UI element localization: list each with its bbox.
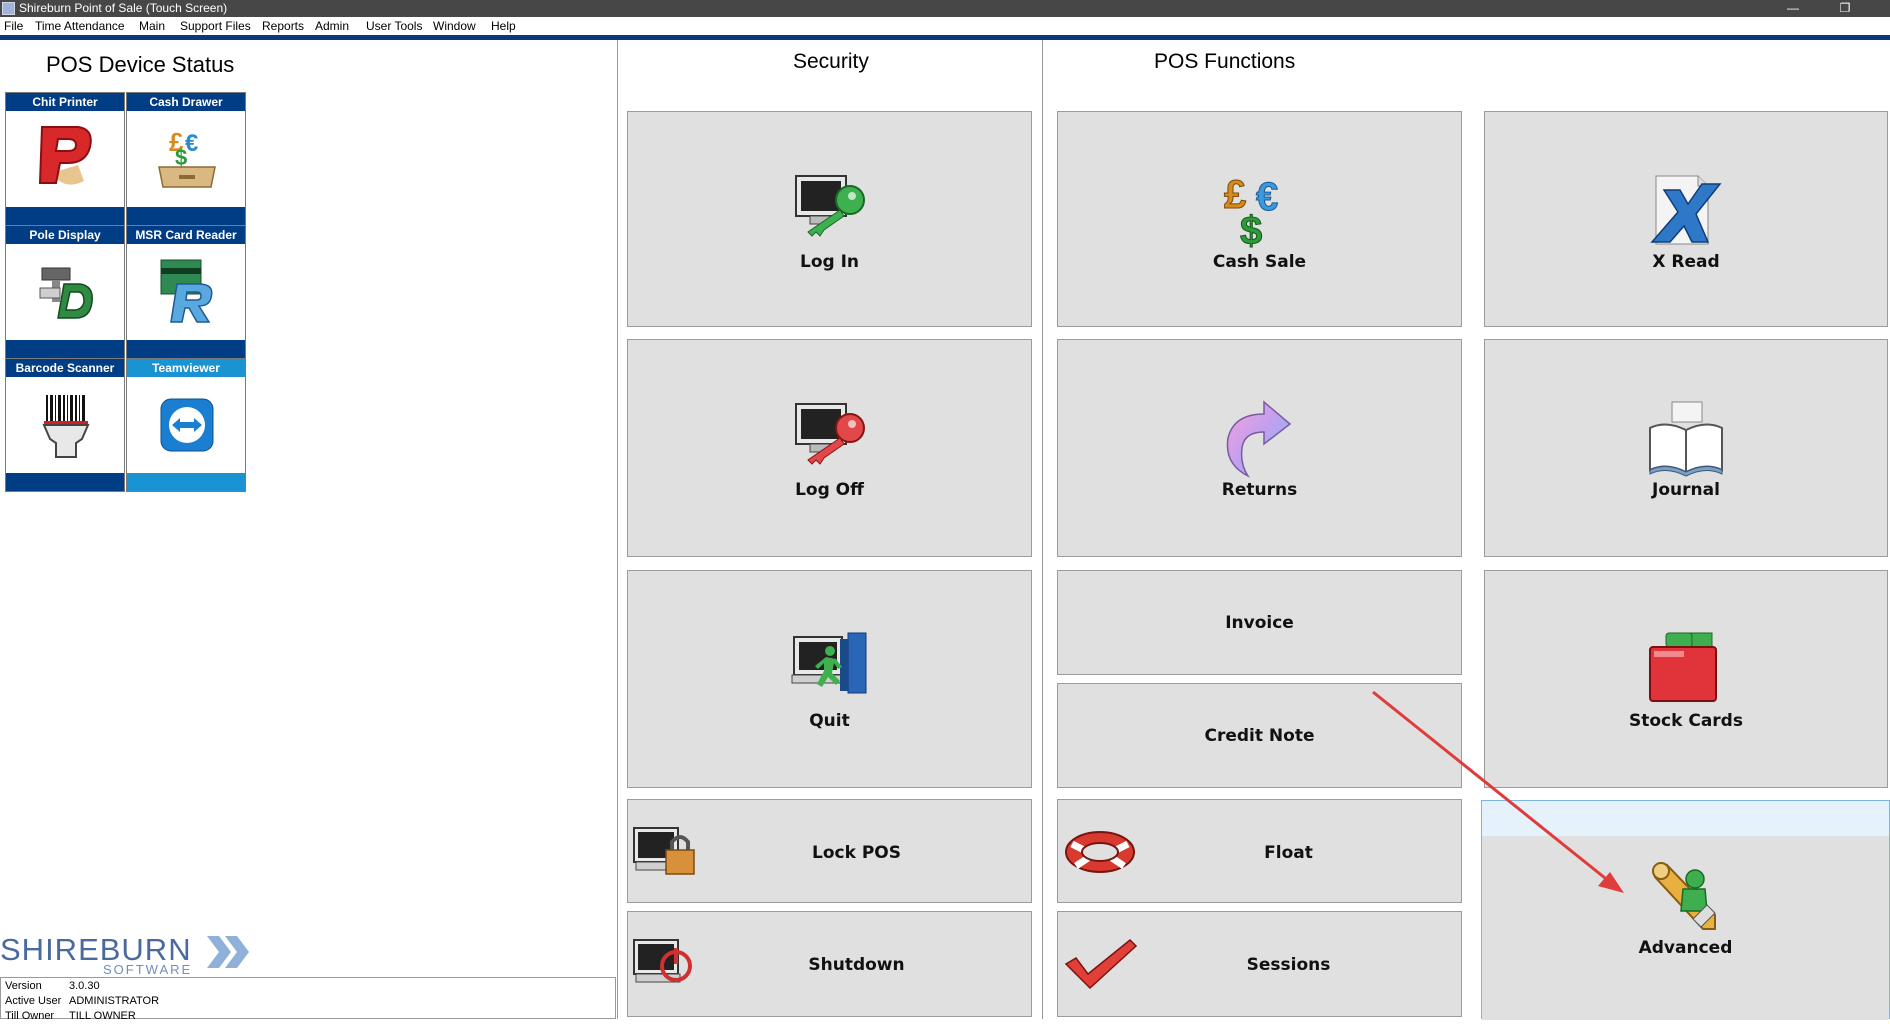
stock-cards-icon [1649, 632, 1717, 702]
svg-text:$: $ [1240, 209, 1262, 250]
button-label: Invoice [1225, 613, 1294, 633]
button-label: Log In [799, 252, 860, 272]
button-label: Shutdown [808, 955, 905, 975]
button-label: Quit [809, 711, 850, 731]
advanced-button[interactable]: Advanced [1481, 800, 1890, 1020]
tile-teamviewer[interactable]: Teamviewer [126, 358, 246, 492]
menu-bar: File Time Attendance Main Support Files … [0, 17, 1890, 35]
quit-button[interactable]: Quit [627, 570, 1032, 788]
cash-sale-button[interactable]: £ € $ Cash Sale [1057, 111, 1462, 327]
menu-reports[interactable]: Reports [262, 17, 304, 35]
tile-label: Chit Printer [6, 93, 124, 111]
button-label: Advanced [1638, 938, 1733, 958]
advanced-tools-icon [1652, 862, 1716, 930]
log-off-icon [794, 403, 865, 465]
button-label: Cash Sale [1212, 252, 1307, 272]
tile-label: Teamviewer [127, 359, 245, 377]
button-label: Sessions [1246, 955, 1331, 975]
x-read-button[interactable]: X Read [1484, 111, 1888, 327]
tile-status-bar [127, 207, 245, 225]
menu-file[interactable]: File [4, 17, 23, 35]
menu-support-files[interactable]: Support Files [180, 17, 251, 35]
button-label: Credit Note [1204, 726, 1315, 746]
tile-status-bar [6, 340, 124, 358]
title-bar: Shireburn Point of Sale (Touch Screen) —… [0, 0, 1890, 17]
restore-button[interactable]: ❐ [1830, 0, 1860, 17]
tile-cash-drawer[interactable]: Cash Drawer £ € $ [126, 92, 246, 226]
button-label: Log Off [795, 480, 864, 500]
button-label: Journal [1652, 480, 1720, 500]
minimize-button[interactable]: — [1778, 0, 1808, 17]
menu-window[interactable]: Window [433, 17, 476, 35]
tile-status-bar [6, 473, 124, 491]
tile-label: MSR Card Reader [127, 226, 245, 244]
log-in-button[interactable]: Log In [627, 111, 1032, 327]
button-label: Stock Cards [1629, 711, 1743, 731]
till-owner-value: TILL OWNER [69, 1010, 136, 1022]
device-status-panel: POS Device Status Chit Printer Cash Draw… [0, 40, 618, 1022]
tile-barcode-scanner[interactable]: Barcode Scanner [5, 358, 125, 492]
tile-status-bar [127, 340, 245, 358]
active-user-value: ADMINISTRATOR [69, 995, 160, 1007]
log-off-button[interactable]: Log Off [627, 339, 1032, 557]
shutdown-button[interactable]: Shutdown [627, 911, 1032, 1017]
device-status-heading: POS Device Status [46, 52, 235, 77]
menu-admin[interactable]: Admin [315, 17, 349, 35]
logo-subtext: SOFTWARE [103, 962, 193, 977]
lock-pos-button[interactable]: Lock POS [627, 799, 1032, 903]
sessions-button[interactable]: Sessions [1057, 911, 1462, 1017]
returns-button[interactable]: Returns [1057, 339, 1462, 557]
x-read-icon [1650, 175, 1722, 245]
tile-label: Cash Drawer [127, 93, 245, 111]
journal-button[interactable]: Journal [1484, 339, 1888, 557]
menu-main[interactable]: Main [139, 17, 165, 35]
menu-time-attendance[interactable]: Time Attendance [35, 17, 125, 35]
logo-chevron-icon [207, 936, 249, 968]
invoice-button[interactable]: Invoice [1057, 570, 1462, 675]
teamviewer-icon [160, 398, 214, 452]
button-label: Returns [1221, 480, 1298, 500]
tile-label: Pole Display [6, 226, 124, 244]
return-arrow-icon [1226, 400, 1291, 478]
menu-help[interactable]: Help [491, 17, 516, 35]
quit-icon [791, 632, 866, 694]
menu-user-tools[interactable]: User Tools [366, 17, 422, 35]
stock-cards-button[interactable]: Stock Cards [1484, 570, 1888, 788]
journal-book-icon [1649, 401, 1723, 477]
tile-status-bar [127, 473, 245, 491]
pos-functions-heading: POS Functions [1154, 50, 1296, 73]
version-value: 3.0.30 [69, 980, 100, 992]
window-title: Shireburn Point of Sale (Touch Screen) [19, 1, 228, 15]
security-heading: Security [793, 50, 869, 73]
float-button[interactable]: Float [1057, 799, 1462, 903]
button-label: X Read [1652, 252, 1720, 272]
tile-status-bar [6, 207, 124, 225]
tile-msr-card-reader[interactable]: MSR Card Reader [126, 225, 246, 359]
log-in-icon [794, 175, 865, 237]
tile-chit-printer[interactable]: Chit Printer [5, 92, 125, 226]
currency-icon: £ € $ [1223, 173, 1278, 251]
msr-card-reader-icon [160, 259, 213, 323]
credit-note-button[interactable]: Credit Note [1057, 683, 1462, 788]
button-label: Float [1264, 843, 1313, 863]
tile-label: Barcode Scanner [6, 359, 124, 377]
barcode-scanner-icon [42, 395, 90, 458]
button-label: Lock POS [812, 843, 901, 863]
app-icon [2, 2, 15, 15]
shireburn-logo: SHIREBURN SOFTWARE [0, 932, 260, 978]
tile-pole-display[interactable]: Pole Display [5, 225, 125, 359]
cash-drawer-icon: £ € $ [158, 127, 216, 188]
chit-printer-icon [38, 126, 92, 185]
pole-display-icon [39, 267, 93, 319]
session-info-box: Version 3.0.30 Active User ADMINISTRATOR… [0, 977, 616, 1022]
